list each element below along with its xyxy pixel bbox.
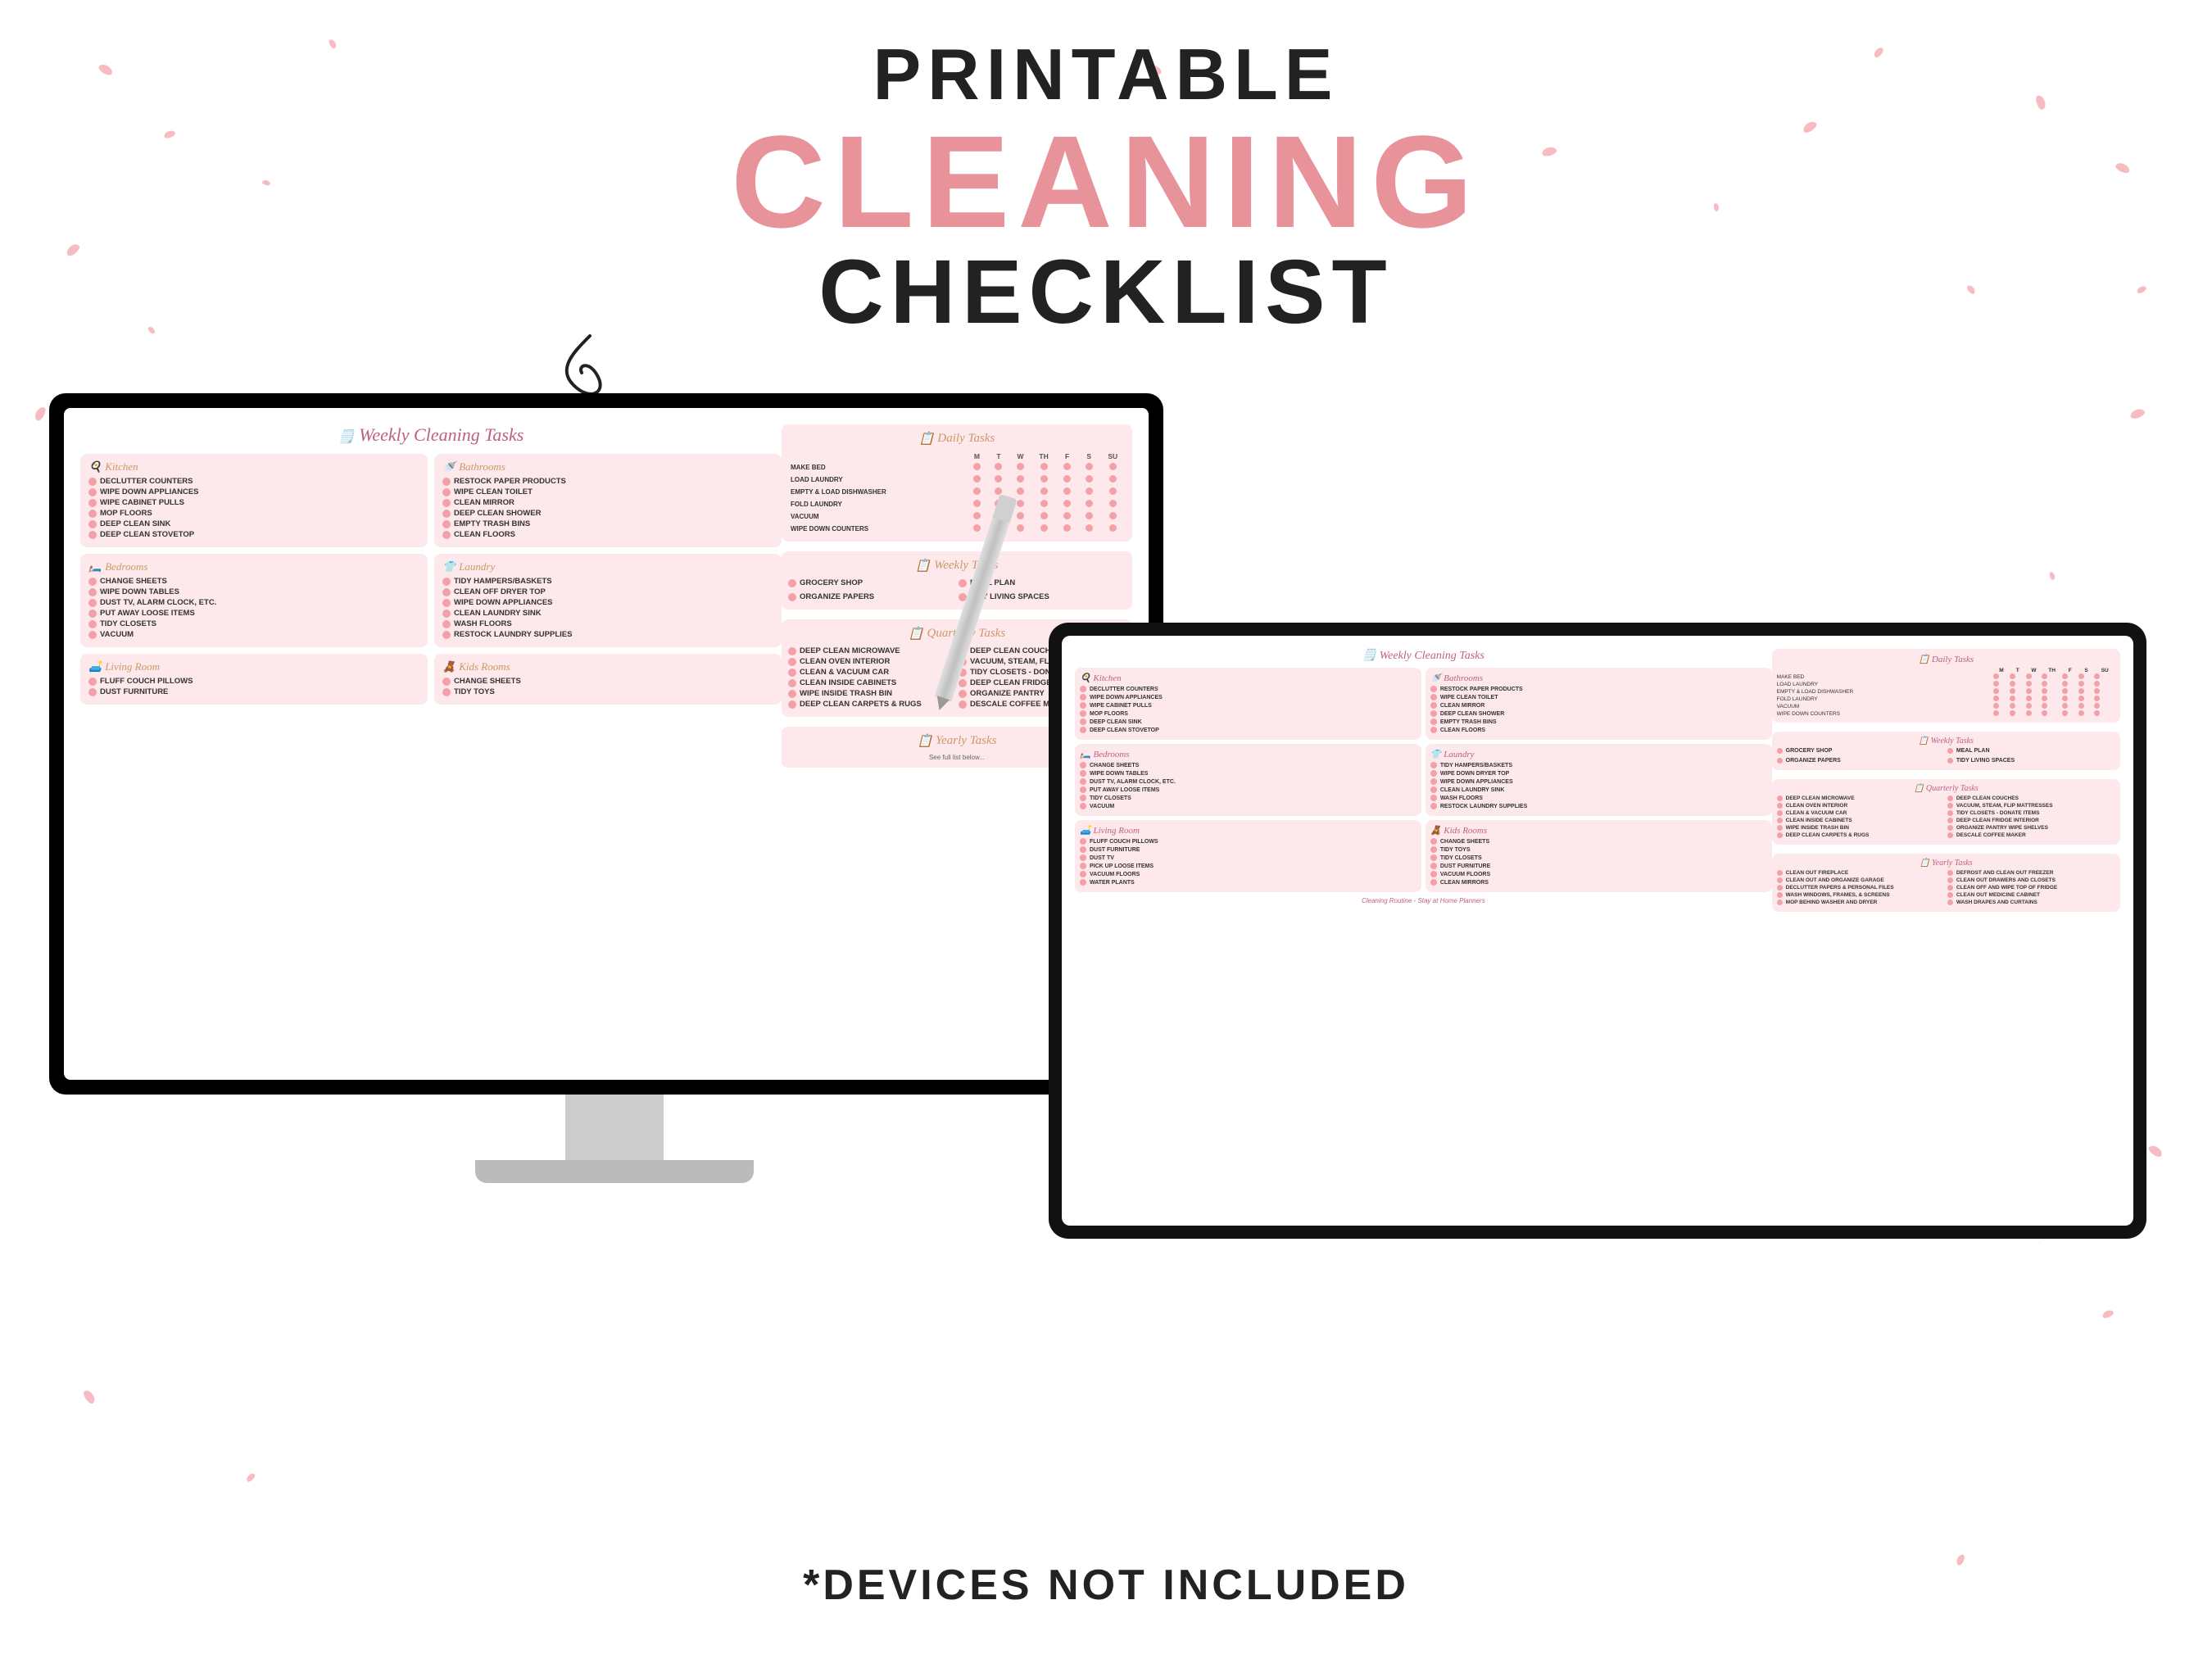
weekly-tasks-small: 📋 Weekly Tasks GROCERY SHOP MEAL PLAN OR… — [782, 551, 1132, 610]
kids-rooms-title: 🧸 Kids Rooms — [442, 660, 773, 673]
living-room-items: FLUFF COUCH PILLOWS DUST FURNITURE — [88, 677, 419, 696]
tablet-laundry: 👕 Laundry TIDY HAMPERS/BASKETS WIPE DOWN… — [1426, 744, 1772, 816]
footer-text: *DEVICES NOT INCLUDED — [0, 1561, 2212, 1610]
tablet-bedrooms: 🛏️ Bedrooms CHANGE SHEETS WIPE DOWN TABL… — [1075, 744, 1421, 816]
laundry-items: TIDY HAMPERS/BASKETS CLEAN OFF DRYER TOP… — [442, 577, 773, 639]
kitchen-section: 🍳 Kitchen DECLUTTER COUNTERS WIPE DOWN A… — [80, 454, 428, 547]
kitchen-title: 🍳 Kitchen — [88, 460, 419, 474]
printable-text: PRINTABLE — [0, 33, 2212, 116]
tablet-checklist-document: 🗒️ Weekly Cleaning Tasks 🍳 Kitchen DECLU… — [1075, 649, 2120, 912]
bedrooms-title: 🛏️ Bedrooms — [88, 560, 419, 573]
kitchen-items: DECLUTTER COUNTERS WIPE DOWN APPLIANCES … — [88, 477, 419, 539]
tablet-quarterly: 📋 Quarterly Tasks DEEP CLEAN MICROWAVE C… — [1772, 779, 2120, 845]
monitor-content: 🗒️ Weekly Cleaning Tasks 🍳 Kitchen DECLU… — [64, 408, 1149, 1080]
weekly-items: GROCERY SHOP MEAL PLAN ORGANIZE PAPERS T… — [788, 578, 1126, 603]
tablet-content: 🗒️ Weekly Cleaning Tasks 🍳 Kitchen DECLU… — [1062, 636, 2133, 1226]
daily-table: MTWTHFSSU MAKE BED LOAD LAUNDRY EMPTY & … — [788, 451, 1126, 535]
bathrooms-weekly-section: 🚿 Bathrooms RESTOCK PAPER PRODUCTS WIPE … — [434, 454, 782, 547]
tablet-daily: 📋 Daily Tasks MTWTHFSSU MAKE BED LOAD LA… — [1772, 649, 2120, 723]
checklist-text: CHECKLIST — [0, 247, 2212, 338]
tablet-right-col: 📋 Daily Tasks MTWTHFSSU MAKE BED LOAD LA… — [1772, 649, 2120, 912]
tablet-yearly: 📋 Yearly Tasks CLEAN OUT FIREPLACE CLEAN… — [1772, 854, 2120, 912]
petal-decoration — [2129, 407, 2146, 420]
petal-decoration — [2101, 1308, 2115, 1319]
petal-decoration — [33, 406, 48, 423]
laundry-section: 👕 Laundry TIDY HAMPERS/BASKETS CLEAN OFF… — [434, 554, 782, 647]
daily-tasks-section: 📋 Daily Tasks MTWTHFSSU — [782, 424, 1132, 542]
cleaning-text: CLEANING — [0, 116, 2212, 247]
petal-decoration — [245, 1472, 256, 1483]
tablet-kitchen: 🍳 Kitchen DECLUTTER COUNTERS WIPE DOWN A… — [1075, 668, 1421, 740]
tablet-weekly-tasks: 📋 Weekly Tasks GROCERY SHOP MEAL PLAN OR… — [1772, 732, 2120, 770]
header: PRINTABLE CLEANING CHECKLIST — [0, 33, 2212, 338]
weekly-title: 🗒️ Weekly Cleaning Tasks — [80, 424, 782, 446]
weekly-columns: 🍳 Kitchen DECLUTTER COUNTERS WIPE DOWN A… — [80, 454, 782, 705]
tablet-weekly-title: 🗒️ Weekly Cleaning Tasks — [1075, 649, 1772, 663]
tablet-bathrooms: 🚿 Bathrooms RESTOCK PAPER PRODUCTS WIPE … — [1426, 668, 1772, 740]
tablet-credit: Cleaning Routine - Stay at Home Planners — [1075, 897, 1772, 904]
petal-decoration — [2048, 571, 2056, 580]
weekly-tasks-title: 📋 Weekly Tasks — [788, 558, 1126, 573]
bathrooms-items: RESTOCK PAPER PRODUCTS WIPE CLEAN TOILET… — [442, 477, 773, 539]
tablet-screen: 🗒️ Weekly Cleaning Tasks 🍳 Kitchen DECLU… — [1049, 623, 2146, 1239]
tablet-living: 🛋️ Living Room FLUFF COUCH PILLOWS DUST … — [1075, 820, 1421, 892]
kids-rooms-items: CHANGE SHEETS TIDY TOYS — [442, 677, 773, 696]
living-room-title: 🛋️ Living Room — [88, 660, 419, 673]
weekly-section: 🗒️ Weekly Cleaning Tasks 🍳 Kitchen DECLU… — [80, 424, 782, 768]
kids-rooms-section: 🧸 Kids Rooms CHANGE SHEETS TIDY TOYS — [434, 654, 782, 705]
tablet-weekly-section: 🗒️ Weekly Cleaning Tasks 🍳 Kitchen DECLU… — [1075, 649, 1772, 912]
living-room-section: 🛋️ Living Room FLUFF COUCH PILLOWS DUST … — [80, 654, 428, 705]
monitor-screen: 🗒️ Weekly Cleaning Tasks 🍳 Kitchen DECLU… — [49, 393, 1163, 1095]
tablet-daily-table: MTWTHFSSU MAKE BED LOAD LAUNDRY EMPTY & … — [1777, 668, 2115, 718]
bathrooms-title: 🚿 Bathrooms — [442, 460, 773, 474]
laundry-title: 👕 Laundry — [442, 560, 773, 573]
petal-decoration — [82, 1389, 97, 1405]
tablet-kids: 🧸 Kids Rooms CHANGE SHEETS TIDY TOYS TID… — [1426, 820, 1772, 892]
bedrooms-section: 🛏️ Bedrooms CHANGE SHEETS WIPE DOWN TABL… — [80, 554, 428, 647]
monitor-stand-neck — [565, 1095, 664, 1160]
monitor-stand-base — [475, 1160, 754, 1183]
bedrooms-items: CHANGE SHEETS WIPE DOWN TABLES DUST TV, … — [88, 577, 419, 639]
daily-title: 📋 Daily Tasks — [788, 431, 1126, 446]
tablet-device: 🗒️ Weekly Cleaning Tasks 🍳 Kitchen DECLU… — [1049, 623, 2163, 1239]
tablet-weekly-cols: 🍳 Kitchen DECLUTTER COUNTERS WIPE DOWN A… — [1075, 668, 1772, 892]
